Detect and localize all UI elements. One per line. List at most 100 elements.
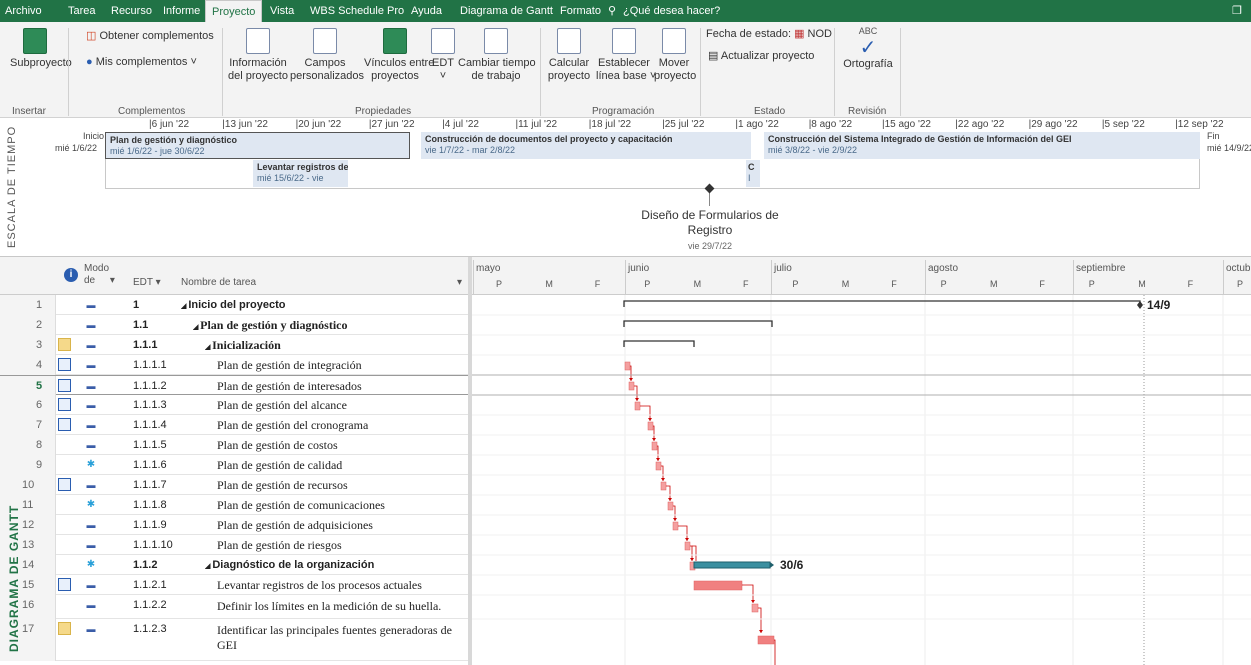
task-name-cell[interactable]: Plan de gestión de interesados: [217, 376, 466, 396]
gantt-label-end[interactable]: 14/9: [1147, 298, 1171, 312]
task-bar[interactable]: [751, 603, 759, 613]
table-row[interactable]: 16 ▬ 1.1.2.2 Definir los límites en la medi…: [0, 595, 470, 619]
table-row[interactable]: 7 ▬ 1.1.1.4 Plan de gestión del cronograma: [0, 415, 470, 435]
table-row[interactable]: 12 ▬ 1.1.1.9 Plan de gestión de adquisicion…: [0, 515, 470, 535]
tab-archivo[interactable]: Archivo: [5, 0, 42, 22]
table-row[interactable]: 9 ✱ 1.1.1.6 Plan de gestión de calidad: [0, 455, 470, 475]
fecha-estado-button[interactable]: Fecha de estado: ▦ NOD: [706, 28, 832, 41]
table-row[interactable]: 5 ▬ 1.1.1.2 Plan de gestión de interesados: [0, 375, 470, 396]
table-row[interactable]: 13 ▬ 1.1.1.10 Plan de gestión de riesgos: [0, 535, 470, 555]
row-number[interactable]: 7: [0, 415, 56, 435]
search-tell-me[interactable]: ¿Qué desea hacer?: [623, 0, 720, 22]
row-number[interactable]: 10: [0, 475, 56, 495]
dropdown-icon[interactable]: ▾: [457, 277, 462, 288]
task-name-cell[interactable]: Definir los límites en la medición de su…: [217, 595, 466, 619]
task-bar[interactable]: [651, 441, 658, 451]
calendar-indicator-icon[interactable]: [58, 418, 71, 431]
informacion-proyecto-button[interactable]: Información del proyecto: [228, 28, 288, 83]
task-name-cell[interactable]: Levantar registros de los procesos actua…: [217, 575, 466, 595]
table-row[interactable]: 10 ▬ 1.1.1.7 Plan de gestión de recursos: [0, 475, 470, 495]
row-number[interactable]: 1: [0, 295, 56, 315]
tab-formato[interactable]: Formato: [560, 0, 601, 22]
note-icon[interactable]: [58, 338, 71, 351]
timeline-pane[interactable]: ESCALA DE TIEMPO |6 jun '22 |13 jun '22 |2…: [0, 118, 1251, 257]
task-name-cell[interactable]: Plan de gestión de comunicaciones: [217, 495, 466, 515]
calcular-proyecto-button[interactable]: Calcular proyecto: [546, 28, 592, 83]
tab-ayuda[interactable]: Ayuda: [411, 0, 442, 22]
task-name-cell[interactable]: Plan de gestión del alcance: [217, 395, 466, 415]
table-row[interactable]: 15 ▬ 1.1.2.1 Levantar registros de los proc…: [0, 575, 470, 595]
tab-recurso[interactable]: Recurso: [111, 0, 152, 22]
dropdown-icon[interactable]: ▾: [110, 275, 115, 286]
row-number[interactable]: 3: [0, 335, 56, 355]
task-name-cell[interactable]: Plan de gestión de adquisiciones: [217, 515, 466, 535]
task-bar[interactable]: [667, 501, 674, 511]
table-row[interactable]: 8 ▬ 1.1.1.5 Plan de gestión de costos: [0, 435, 470, 455]
edt-cell[interactable]: 1.1.1.1: [133, 355, 181, 375]
table-row[interactable]: 1 ▬ 1 ◢ Inicio del proyecto: [0, 295, 470, 315]
timeline-bar-truncated[interactable]: C I: [746, 160, 760, 187]
table-row[interactable]: 3 ▬ 1.1.1 ◢ Inicialización: [0, 335, 470, 355]
tab-informe[interactable]: Informe: [163, 0, 200, 22]
task-bar[interactable]: [693, 580, 743, 591]
tab-proyecto[interactable]: Proyecto: [205, 0, 263, 22]
dependency-arrow-icon[interactable]: [690, 558, 694, 561]
subproyecto-button[interactable]: Subproyecto: [10, 28, 72, 70]
task-bar[interactable]: [624, 361, 631, 371]
calendar-indicator-icon[interactable]: [58, 398, 71, 411]
column-header-edt[interactable]: EDT ▾: [133, 277, 161, 288]
summary-bar-plan-gestion[interactable]: [623, 320, 773, 327]
task-bar[interactable]: [757, 635, 775, 645]
calendar-indicator-icon[interactable]: [58, 379, 71, 392]
tab-diagrama-gantt[interactable]: Diagrama de Gantt: [460, 0, 553, 22]
campos-personalizados-button[interactable]: Campos personalizados: [290, 28, 364, 83]
task-name-cell[interactable]: Plan de gestión de recursos: [217, 475, 466, 495]
dependency-arrow-icon[interactable]: [629, 378, 633, 381]
ortografia-button[interactable]: ABC ✓ Ortografía: [840, 25, 896, 71]
edt-cell[interactable]: 1.1: [133, 315, 181, 335]
mover-proyecto-button[interactable]: Mover proyecto: [654, 28, 696, 83]
table-row[interactable]: 14 ✱ 1.1.2 ◢ Diagnóstico de la organización: [0, 555, 470, 575]
tab-tarea[interactable]: Tarea: [68, 0, 96, 22]
gantt-chart[interactable]: mayo junio julio agosto septiembre octubre P M F…: [472, 257, 1251, 665]
task-bar[interactable]: [684, 541, 691, 551]
calendar-indicator-icon[interactable]: [58, 358, 71, 371]
edt-cell[interactable]: 1.1.1.4: [133, 415, 181, 435]
edt-cell[interactable]: 1.1.1.8: [133, 495, 181, 515]
row-number[interactable]: 2: [0, 315, 56, 335]
row-number[interactable]: 9: [0, 455, 56, 475]
dropdown-icon[interactable]: ▾: [156, 277, 161, 288]
dependency-arrow-icon[interactable]: [759, 630, 763, 633]
task-name-cell[interactable]: Plan de gestión de riesgos: [217, 535, 466, 555]
table-row[interactable]: 17 ▬ 1.1.2.3 Identificar las principales fu…: [0, 619, 470, 661]
indicators-column-icon[interactable]: i: [64, 268, 78, 282]
task-bar[interactable]: [672, 521, 679, 531]
vinculos-proyectos-button[interactable]: Vínculos entre proyectos: [364, 28, 434, 83]
task-name-cell[interactable]: ◢ Inicialización: [205, 335, 466, 355]
dependency-arrow-icon[interactable]: [685, 538, 689, 541]
row-number[interactable]: 6: [0, 395, 56, 415]
edt-cell[interactable]: 1.1.2.3: [133, 619, 181, 639]
summary-bar-diagnostico[interactable]: [693, 561, 771, 569]
task-bar[interactable]: [660, 481, 667, 491]
task-name-cell[interactable]: Plan de gestión de costos: [217, 435, 466, 455]
timeline-bar-plan[interactable]: Plan de gestión y diagnóstico mié 1/6/22…: [105, 132, 410, 159]
task-name-cell[interactable]: Plan de gestión de integración: [217, 355, 466, 375]
obtener-complementos-button[interactable]: ◫ Obtener complementos: [86, 30, 214, 43]
task-bar[interactable]: [647, 421, 654, 431]
cambiar-tiempo-trabajo-button[interactable]: Cambiar tiempo de trabajo: [458, 28, 536, 83]
tab-vista[interactable]: Vista: [270, 0, 294, 22]
column-header-modo[interactable]: Modo de ▾: [84, 263, 115, 287]
edt-cell[interactable]: 1.1.1: [133, 335, 181, 355]
establecer-linea-base-button[interactable]: Establecer línea base ˅: [596, 28, 656, 83]
edt-cell[interactable]: 1.1.2.2: [133, 595, 181, 615]
table-row[interactable]: 11 ✱ 1.1.1.8 Plan de gestión de comunicacio…: [0, 495, 470, 515]
calendar-indicator-icon[interactable]: [58, 578, 71, 591]
task-name-cell[interactable]: ◢ Diagnóstico de la organización: [205, 555, 466, 575]
task-name-cell[interactable]: Identificar las principales fuentes gene…: [217, 619, 466, 661]
actualizar-proyecto-button[interactable]: ▤ Actualizar proyecto: [708, 50, 814, 63]
edt-cell[interactable]: 1.1.1.7: [133, 475, 181, 495]
edt-cell[interactable]: 1.1.1.10: [133, 535, 181, 555]
calendar-indicator-icon[interactable]: [58, 478, 71, 491]
column-header-nombre[interactable]: Nombre de tarea ▾: [181, 277, 466, 288]
